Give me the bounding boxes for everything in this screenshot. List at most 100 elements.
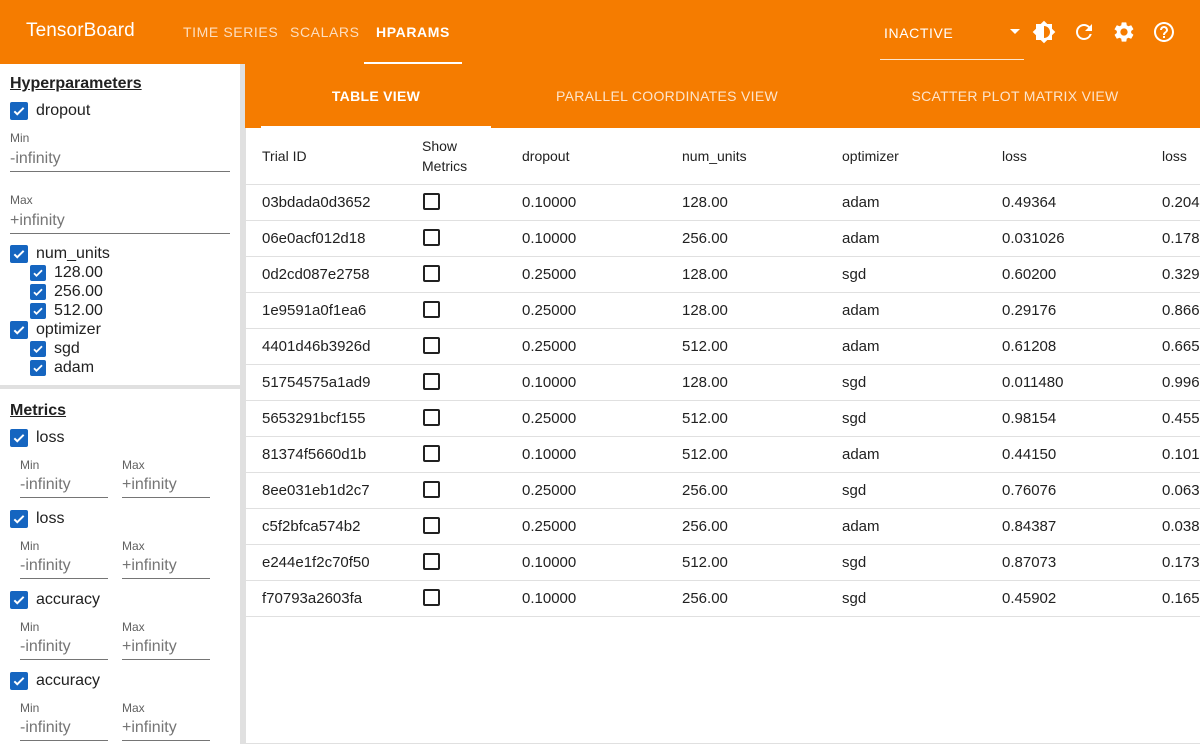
trial-id-cell: 03bdada0d3652 <box>262 194 371 211</box>
trial-id-cell: 51754575a1ad9 <box>262 374 371 391</box>
metric-max-input[interactable]: +infinity <box>122 717 210 741</box>
column-header-loss[interactable]: loss <box>1162 128 1187 184</box>
show-metrics-checkbox[interactable] <box>423 517 440 534</box>
show-metrics-checkbox[interactable] <box>423 589 440 606</box>
num-units-cell: 128.00 <box>682 266 728 283</box>
metric-max-input[interactable]: +infinity <box>122 636 210 660</box>
num-units-cell: 256.00 <box>682 230 728 247</box>
num-units-cell: 256.00 <box>682 590 728 607</box>
metric-max-input[interactable]: +infinity <box>122 555 210 579</box>
metric-max-input[interactable]: +infinity <box>122 474 210 498</box>
tab-scatter-plot-matrix-view[interactable]: Scatter Plot Matrix View <box>885 64 1145 128</box>
dropout-cell: 0.25000 <box>522 302 577 319</box>
section-divider <box>0 385 240 389</box>
column-header-num-units[interactable]: num_units <box>682 128 747 184</box>
trial-id-cell: 4401d46b3926d <box>262 338 371 355</box>
optimizer-value-label: sgd <box>54 339 80 357</box>
dropout-cell: 0.10000 <box>522 446 577 463</box>
optimizer-cell: sgd <box>842 590 867 607</box>
loss-cell: 0.329 <box>1162 266 1200 283</box>
checkbox-checked-icon <box>10 428 28 447</box>
metric-checkbox[interactable]: accuracy <box>10 671 100 690</box>
tab-hparams[interactable]: HParams <box>364 0 462 64</box>
optimizer-sgd-checkbox[interactable]: sgd <box>30 339 80 358</box>
optimizer-adam-checkbox[interactable]: adam <box>30 358 94 377</box>
show-metrics-checkbox[interactable] <box>423 337 440 354</box>
table-row: 8ee031eb1d2c7 0.25000 256.00 sgd 0.76076 0.06… <box>246 473 1200 509</box>
table-row: 81374f5660d1b 0.10000 512.00 adam 0.44150 0.1… <box>246 437 1200 473</box>
hparam-num-units-checkbox[interactable]: num_units <box>10 244 110 263</box>
show-metrics-checkbox[interactable] <box>423 229 440 246</box>
num-units-512-checkbox[interactable]: 512.00 <box>30 301 103 320</box>
show-metrics-checkbox[interactable] <box>423 481 440 498</box>
metric-checkbox[interactable]: accuracy <box>10 590 100 609</box>
show-metrics-checkbox[interactable] <box>423 373 440 390</box>
show-metrics-checkbox[interactable] <box>423 265 440 282</box>
table-row: 03bdada0d3652 0.10000 128.00 adam 0.49364 0.2… <box>246 185 1200 221</box>
checkbox-checked-icon <box>30 359 46 376</box>
show-metrics-checkbox[interactable] <box>423 301 440 318</box>
show-metrics-checkbox[interactable] <box>423 445 440 462</box>
metric-checkbox[interactable]: loss <box>10 428 64 447</box>
show-metrics-checkbox[interactable] <box>423 409 440 426</box>
loss-cell: 0.61208 <box>1002 338 1057 355</box>
dropout-cell: 0.25000 <box>522 338 577 355</box>
checkbox-checked-icon <box>30 340 46 357</box>
metric-min-input[interactable]: -infinity <box>20 474 108 498</box>
run-selector[interactable]: INACTIVE <box>880 8 1024 60</box>
metric-min-input[interactable]: -infinity <box>20 636 108 660</box>
dropout-cell: 0.25000 <box>522 518 577 535</box>
metric-checkbox[interactable]: loss <box>10 509 64 528</box>
column-header-optimizer[interactable]: optimizer <box>842 128 899 184</box>
num-units-value-label: 256.00 <box>54 282 103 300</box>
num-units-cell: 128.00 <box>682 194 728 211</box>
metric-label: accuracy <box>36 590 101 608</box>
brand-title[interactable]: TensorBoard <box>26 20 135 42</box>
num-units-value-label: 128.00 <box>54 263 103 281</box>
table-row: f70793a2603fa 0.10000 256.00 sgd 0.45902 0.16… <box>246 581 1200 617</box>
optimizer-cell: sgd <box>842 266 867 283</box>
metric-min-input[interactable]: -infinity <box>20 717 108 741</box>
tab-parallel-coordinates-view[interactable]: Parallel Coordinates View <box>525 64 809 128</box>
num-units-value-label: 512.00 <box>54 301 103 319</box>
metrics-title: Metrics <box>10 402 67 419</box>
loss-cell: 0.29176 <box>1002 302 1057 319</box>
tab-scalars[interactable]: Scalars <box>290 0 360 64</box>
column-header-loss[interactable]: loss <box>1002 128 1027 184</box>
settings-icon[interactable] <box>1112 20 1136 44</box>
loss-cell: 0.178 <box>1162 230 1200 247</box>
tab-table-view[interactable]: Table View <box>261 64 491 128</box>
help-icon[interactable] <box>1152 20 1176 44</box>
loss-cell: 0.665 <box>1162 338 1200 355</box>
view-tabs: Table View Parallel Coordinates View Sca… <box>245 64 1200 128</box>
num-units-256-checkbox[interactable]: 256.00 <box>30 282 103 301</box>
num-units-cell: 256.00 <box>682 482 728 499</box>
checkbox-checked-icon <box>10 320 28 339</box>
show-metrics-checkbox[interactable] <box>423 553 440 570</box>
optimizer-cell: sgd <box>842 482 867 499</box>
dropout-max-input[interactable]: +infinity <box>10 210 230 234</box>
optimizer-cell: adam <box>842 302 880 319</box>
hparam-optimizer-checkbox[interactable]: optimizer <box>10 320 101 339</box>
num-units-128-checkbox[interactable]: 128.00 <box>30 263 103 282</box>
tab-time-series[interactable]: Time Series <box>183 0 278 64</box>
column-header-trial-id[interactable]: Trial ID <box>262 128 307 184</box>
chevron-down-icon <box>1010 29 1020 34</box>
refresh-icon[interactable] <box>1072 20 1096 44</box>
loss-cell: 0.063 <box>1162 482 1200 499</box>
dropout-min-input[interactable]: -infinity <box>10 148 230 172</box>
hparam-dropout-checkbox[interactable]: dropout <box>10 101 90 120</box>
table-row: 1e9591a0f1ea6 0.25000 128.00 adam 0.29176 0.8… <box>246 293 1200 329</box>
loss-cell: 0.76076 <box>1002 482 1057 499</box>
metric-label: loss <box>36 428 65 446</box>
optimizer-value-label: adam <box>54 358 95 376</box>
checkbox-checked-icon <box>30 302 46 319</box>
theme-toggle-icon[interactable] <box>1032 20 1056 44</box>
dropout-cell: 0.10000 <box>522 554 577 571</box>
column-header-dropout[interactable]: dropout <box>522 128 569 184</box>
column-header-show-metrics[interactable]: Show Metrics <box>422 128 482 184</box>
loss-cell: 0.101 <box>1162 446 1200 463</box>
metric-min-input[interactable]: -infinity <box>20 555 108 579</box>
run-selector-value: INACTIVE <box>884 25 954 41</box>
show-metrics-checkbox[interactable] <box>423 193 440 210</box>
